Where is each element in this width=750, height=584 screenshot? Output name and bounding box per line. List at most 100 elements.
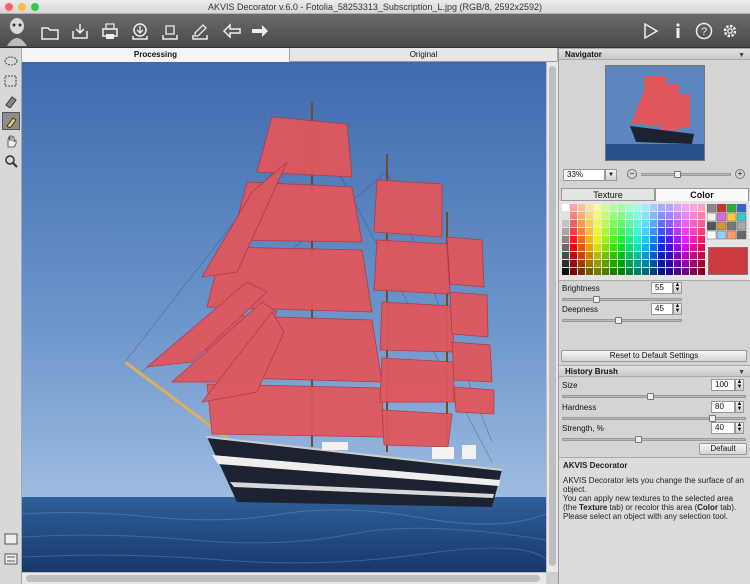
- palette-swatch[interactable]: [658, 204, 665, 211]
- palette-swatch[interactable]: [602, 220, 609, 227]
- palette-swatch[interactable]: [666, 212, 673, 219]
- palette-swatch[interactable]: [626, 236, 633, 243]
- palette-swatch[interactable]: [602, 252, 609, 259]
- palette-swatch[interactable]: [586, 268, 593, 275]
- palette-swatch[interactable]: [578, 212, 585, 219]
- palette-swatch[interactable]: [562, 260, 569, 267]
- import-icon[interactable]: [128, 19, 152, 43]
- palette-swatch[interactable]: [658, 228, 665, 235]
- palette-swatch[interactable]: [650, 204, 657, 211]
- palette-swatch[interactable]: [610, 268, 617, 275]
- palette-swatch[interactable]: [642, 260, 649, 267]
- palette-swatch[interactable]: [690, 212, 697, 219]
- palette-swatch[interactable]: [642, 228, 649, 235]
- recent-color-swatch[interactable]: [707, 221, 717, 231]
- palette-swatch[interactable]: [586, 236, 593, 243]
- size-slider[interactable]: [562, 393, 746, 400]
- palette-swatch[interactable]: [634, 236, 641, 243]
- size-stepper[interactable]: ▲ ▼: [735, 379, 744, 391]
- palette-swatch[interactable]: [594, 220, 601, 227]
- zoom-window-button[interactable]: [31, 3, 39, 11]
- palette-swatch[interactable]: [666, 252, 673, 259]
- palette-swatch[interactable]: [610, 204, 617, 211]
- palette-swatch[interactable]: [618, 228, 625, 235]
- palette-swatch[interactable]: [602, 268, 609, 275]
- palette-swatch[interactable]: [682, 252, 689, 259]
- palette-swatch[interactable]: [698, 212, 705, 219]
- palette-swatch[interactable]: [578, 228, 585, 235]
- strength-slider-thumb[interactable]: [635, 436, 642, 443]
- palette-swatch[interactable]: [594, 260, 601, 267]
- palette-swatch[interactable]: [698, 260, 705, 267]
- palette-swatch[interactable]: [594, 204, 601, 211]
- palette-swatch[interactable]: [610, 236, 617, 243]
- size-field[interactable]: 100: [711, 379, 735, 391]
- palette-swatch[interactable]: [666, 236, 673, 243]
- tab-processing[interactable]: Processing: [22, 48, 290, 62]
- palette-swatch[interactable]: [586, 204, 593, 211]
- palette-swatch[interactable]: [634, 212, 641, 219]
- recent-color-swatch[interactable]: [707, 204, 717, 213]
- palette-swatch[interactable]: [562, 228, 569, 235]
- palette-swatch[interactable]: [698, 244, 705, 251]
- recent-color-swatch[interactable]: [726, 230, 737, 240]
- palette-swatch[interactable]: [570, 244, 577, 251]
- palette-swatch[interactable]: [650, 220, 657, 227]
- palette-swatch[interactable]: [698, 220, 705, 227]
- palette-swatch[interactable]: [626, 228, 633, 235]
- palette-swatch[interactable]: [594, 228, 601, 235]
- palette-swatch[interactable]: [586, 220, 593, 227]
- palette-swatch[interactable]: [594, 212, 601, 219]
- palette-swatch[interactable]: [610, 244, 617, 251]
- recent-color-swatch[interactable]: [716, 221, 727, 231]
- history-brush-header[interactable]: History Brush ▼: [559, 365, 750, 377]
- brightness-stepper[interactable]: ▲ ▼: [673, 282, 682, 294]
- palette-swatch[interactable]: [690, 236, 697, 243]
- palette-swatch[interactable]: [674, 212, 681, 219]
- palette-swatch[interactable]: [562, 252, 569, 259]
- palette-swatch[interactable]: [578, 244, 585, 251]
- export-icon[interactable]: [158, 19, 182, 43]
- palette-swatch[interactable]: [618, 212, 625, 219]
- palette-swatch[interactable]: [698, 252, 705, 259]
- recent-color-swatch[interactable]: [736, 212, 747, 222]
- palette-swatch[interactable]: [658, 260, 665, 267]
- export-settings-icon[interactable]: [188, 19, 212, 43]
- palette-swatch[interactable]: [610, 260, 617, 267]
- palette-swatch[interactable]: [570, 268, 577, 275]
- palette-swatch[interactable]: [626, 204, 633, 211]
- open-icon[interactable]: [38, 19, 62, 43]
- palette-swatch[interactable]: [682, 204, 689, 211]
- palette-swatch[interactable]: [618, 260, 625, 267]
- zoom-slider-thumb[interactable]: [674, 171, 681, 178]
- palette-swatch[interactable]: [586, 244, 593, 251]
- palette-swatch[interactable]: [634, 260, 641, 267]
- zoom-dropdown[interactable]: ▼: [605, 169, 617, 181]
- palette-swatch[interactable]: [642, 244, 649, 251]
- palette-swatch[interactable]: [562, 204, 569, 211]
- palette-swatch[interactable]: [650, 236, 657, 243]
- palette-swatch[interactable]: [658, 268, 665, 275]
- palette-swatch[interactable]: [626, 252, 633, 259]
- palette-swatch[interactable]: [666, 228, 673, 235]
- palette-swatch[interactable]: [650, 244, 657, 251]
- navigator-preview[interactable]: [605, 65, 705, 161]
- collapse-icon[interactable]: ▼: [738, 50, 745, 61]
- tab-color[interactable]: Color: [655, 188, 749, 201]
- palette-swatch[interactable]: [642, 204, 649, 211]
- palette-swatch[interactable]: [698, 236, 705, 243]
- selected-color-swatch[interactable]: [708, 247, 748, 275]
- recent-color-swatch[interactable]: [736, 230, 747, 240]
- palette-swatch[interactable]: [634, 244, 641, 251]
- vertical-scroll-thumb[interactable]: [549, 66, 556, 566]
- recent-colors[interactable]: [707, 204, 747, 242]
- run-icon[interactable]: [638, 19, 662, 43]
- palette-swatch[interactable]: [682, 220, 689, 227]
- palette-swatch[interactable]: [666, 204, 673, 211]
- palette-swatch[interactable]: [674, 204, 681, 211]
- palette-swatch[interactable]: [626, 220, 633, 227]
- deepness-slider[interactable]: [562, 317, 682, 324]
- palette-swatch[interactable]: [634, 220, 641, 227]
- eraser-icon[interactable]: [2, 92, 20, 110]
- palette-swatch[interactable]: [690, 252, 697, 259]
